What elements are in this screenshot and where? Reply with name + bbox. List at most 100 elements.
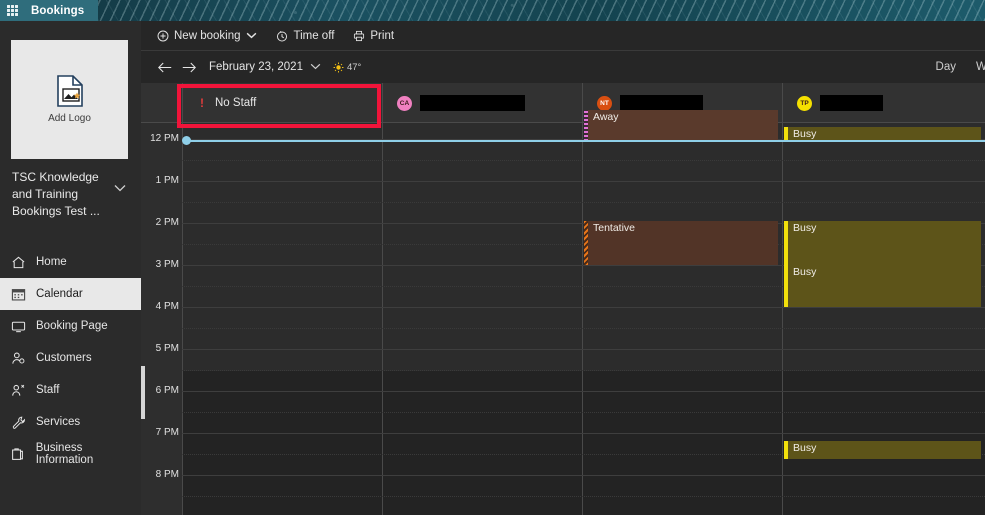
arrow-left-icon[interactable]: [153, 56, 177, 78]
time-label: 4 PM: [155, 300, 179, 312]
plus-circle-icon: [157, 30, 169, 42]
event-status-bar: [584, 109, 588, 142]
sidebar-item-label: Services: [36, 416, 81, 428]
calendar-event[interactable]: Busy: [784, 441, 981, 459]
date-navigation-bar: February 23, 2021 47°: [141, 51, 985, 83]
event-label: Away: [593, 110, 619, 123]
briefcase-icon: [10, 446, 26, 462]
time-label: 12 PM: [150, 132, 179, 144]
sidebar-item-booking-page[interactable]: Booking Page: [0, 310, 141, 342]
staff-column-header-no-staff[interactable]: ! No Staff: [182, 83, 382, 123]
calendar-event[interactable]: Busy: [784, 264, 981, 307]
sidebar-item-business-information[interactable]: Business Information: [0, 438, 141, 470]
bookings-app-window: Bookings Add Logo TSC Knowledge and Trai…: [0, 0, 985, 515]
staff-column-header-ca[interactable]: CA: [382, 83, 582, 123]
organization-selector[interactable]: TSC Knowledge and Training Bookings Test…: [12, 169, 134, 220]
sidebar-item-calendar[interactable]: Calendar: [0, 278, 141, 310]
time-label: 3 PM: [155, 258, 179, 270]
waffle-menu-icon[interactable]: [7, 5, 18, 16]
event-status-bar: [584, 220, 588, 265]
monitor-icon: [10, 318, 26, 334]
time-off-button[interactable]: Time off: [276, 30, 334, 42]
temperature-label: 47°: [346, 61, 362, 73]
new-booking-button[interactable]: New booking: [157, 30, 257, 42]
hour-gridline: [182, 432, 985, 434]
event-label: Tentative: [593, 221, 636, 234]
avatar: NT: [597, 95, 612, 111]
off-hours-shading: [583, 371, 782, 515]
off-hours-shading: [383, 371, 582, 515]
view-selector: Day W: [936, 51, 985, 83]
clock-icon: [276, 30, 288, 42]
event-status-bar: [784, 127, 788, 141]
calendar-event[interactable]: Away: [584, 109, 778, 142]
event-status-bar: [784, 264, 788, 307]
view-week-tab[interactable]: W: [976, 61, 985, 73]
hour-gridline: [182, 306, 985, 308]
event-label: Busy: [793, 265, 817, 278]
calendar-column-headers: ! No Staff CA NT TP: [141, 83, 985, 123]
sidebar-nav: Home Calendar Booking Page Customers Sta…: [0, 246, 141, 470]
calendar-event[interactable]: Busy: [784, 220, 981, 265]
sidebar-item-staff[interactable]: Staff: [0, 374, 141, 406]
calendar-view: ! No Staff CA NT TP 12 PM 1 PM 2 PM 3 PM…: [141, 83, 985, 515]
suite-bar: Bookings: [0, 0, 985, 21]
time-off-label: Time off: [293, 29, 335, 42]
time-gutter: [141, 83, 182, 515]
sidebar-item-customers[interactable]: Customers: [0, 342, 141, 374]
suite-bar-left: Bookings: [0, 0, 98, 21]
date-picker[interactable]: February 23, 2021: [209, 61, 321, 73]
calendar-event[interactable]: Tentative: [584, 220, 778, 265]
sidebar-item-home[interactable]: Home: [0, 246, 141, 278]
calendar-icon: [10, 286, 26, 302]
staff-column-name: No Staff: [215, 97, 257, 109]
sidebar-item-label: Business Information: [35, 442, 94, 466]
sidebar-item-label: Staff: [36, 384, 60, 396]
customers-icon: [10, 350, 26, 366]
print-button[interactable]: Print: [353, 30, 394, 42]
hour-gridline: [182, 390, 985, 392]
calendar-event[interactable]: Busy: [784, 127, 981, 141]
time-label: 7 PM: [155, 426, 179, 438]
avatar: CA: [397, 95, 412, 111]
time-label: 8 PM: [155, 468, 179, 480]
half-hour-gridline: [182, 411, 985, 413]
time-label: 1 PM: [155, 174, 179, 186]
half-hour-gridline: [182, 201, 985, 203]
arrow-right-icon[interactable]: [177, 56, 201, 78]
chevron-down-icon[interactable]: [246, 31, 257, 41]
sidebar-item-services[interactable]: Services: [0, 406, 141, 438]
add-logo-label: Add Logo: [48, 113, 91, 124]
printer-icon: [353, 30, 365, 42]
new-booking-label: New booking: [174, 29, 241, 42]
event-label: Busy: [793, 442, 817, 455]
sidebar-item-label: Booking Page: [36, 320, 108, 332]
current-time-indicator-line: [186, 139, 985, 142]
image-file-icon: [55, 75, 85, 107]
redacted-staff-name: [420, 95, 525, 111]
sidebar-item-label: Calendar: [36, 288, 83, 300]
view-day-tab[interactable]: Day: [936, 61, 956, 73]
time-label: 2 PM: [155, 216, 179, 228]
organization-name: TSC Knowledge and Training Bookings Test…: [12, 170, 100, 218]
sidebar-item-label: Customers: [36, 352, 92, 364]
chevron-down-icon[interactable]: [310, 62, 321, 72]
avatar: TP: [797, 95, 812, 111]
home-icon: [10, 254, 26, 270]
time-label: 5 PM: [155, 342, 179, 354]
wrench-icon: [10, 414, 26, 430]
staff-column-header-tp[interactable]: TP: [782, 83, 985, 123]
sidebar-item-label: Home: [36, 256, 67, 268]
vertical-scrollbar-thumb[interactable]: [141, 366, 145, 419]
half-hour-gridline: [182, 369, 985, 371]
chevron-down-icon: [114, 183, 126, 195]
half-hour-gridline: [182, 159, 985, 161]
weather-indicator: 47°: [333, 62, 361, 73]
add-logo-button[interactable]: Add Logo: [11, 40, 128, 159]
alert-icon: !: [200, 96, 204, 110]
command-bar: New booking Time off Print: [141, 21, 985, 51]
off-hours-shading: [183, 371, 382, 515]
event-label: Busy: [793, 221, 817, 234]
sun-icon: [333, 62, 344, 73]
sidebar: Add Logo TSC Knowledge and Training Book…: [0, 21, 141, 515]
